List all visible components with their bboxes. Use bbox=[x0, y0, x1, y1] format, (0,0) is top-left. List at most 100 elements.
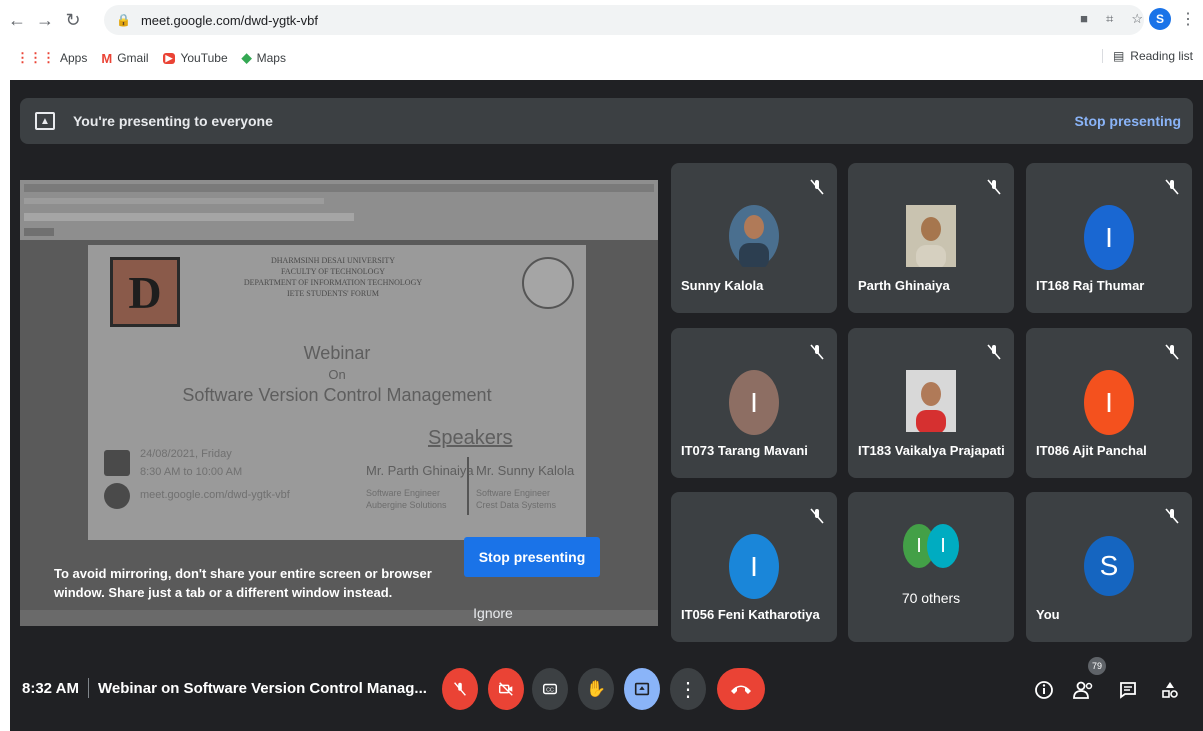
bookmark-maps[interactable]: ◆ Maps bbox=[242, 50, 286, 66]
participant-name: IT086 Ajit Panchal bbox=[1036, 443, 1147, 458]
university-header: DHARMSINH DESAI UNIVERSITY FACULTY OF TE… bbox=[228, 255, 438, 299]
mic-off-icon bbox=[987, 344, 1001, 360]
meeting-title: Webinar on Software Version Control Mana… bbox=[98, 680, 427, 697]
participant-avatar: I bbox=[1084, 370, 1134, 435]
participant-tile[interactable]: Parth Ghinaiya bbox=[848, 163, 1014, 313]
bookmark-label: Maps bbox=[256, 51, 286, 65]
people-count-badge: 79 bbox=[1088, 657, 1106, 675]
univ-line: DEPARTMENT OF INFORMATION TECHNOLOGY bbox=[243, 278, 423, 287]
divider bbox=[88, 678, 89, 698]
ignore-button[interactable]: Ignore bbox=[460, 600, 526, 626]
meeting-clock: 8:32 AM bbox=[22, 680, 79, 697]
stop-presenting-button[interactable]: Stop presenting bbox=[464, 537, 600, 577]
mirroring-warning: To avoid mirroring, don't share your ent… bbox=[54, 566, 432, 600]
mic-off-icon bbox=[810, 179, 824, 195]
univ-line: DHARMSINH DESAI UNIVERSITY bbox=[271, 256, 395, 265]
present-screen-icon bbox=[634, 682, 650, 696]
univ-line: FACULTY OF TECHNOLOGY bbox=[280, 267, 385, 276]
speaker1-details: Software Engineer Aubergine Solutions bbox=[366, 487, 447, 511]
back-icon[interactable]: ← bbox=[6, 9, 28, 31]
raise-hand-button[interactable]: ✋ bbox=[578, 668, 614, 710]
address-bar[interactable]: 🔒 meet.google.com/dwd-ygtk-vbf bbox=[104, 5, 1144, 35]
participant-name: IT056 Feni Katharotiya bbox=[681, 607, 820, 622]
self-tile[interactable]: S You bbox=[1026, 492, 1192, 642]
bookmark-youtube[interactable]: ▶ YouTube bbox=[162, 51, 228, 65]
mic-off-icon bbox=[1165, 508, 1179, 524]
presenting-message: You're presenting to everyone bbox=[73, 113, 273, 129]
chat-button[interactable] bbox=[1116, 678, 1140, 702]
youtube-icon: ▶ bbox=[162, 52, 176, 64]
participant-tile[interactable]: Sunny Kalola bbox=[671, 163, 837, 313]
reading-list-icon: ▤ bbox=[1112, 49, 1125, 63]
participant-name: IT073 Tarang Mavani bbox=[681, 443, 808, 458]
apps-grid-icon: ⋮⋮⋮ bbox=[16, 50, 55, 65]
people-button[interactable] bbox=[1072, 678, 1096, 702]
forum-seal bbox=[522, 257, 574, 309]
bottom-bar: 8:32 AM Webinar on Software Version Cont… bbox=[10, 650, 1203, 731]
browser-menu-icon[interactable]: ⋮ bbox=[1180, 9, 1196, 29]
document-toolbar bbox=[20, 180, 658, 240]
webinar-heading: Webinar bbox=[303, 343, 371, 363]
topic-text: Software Version Control Management bbox=[182, 385, 492, 405]
participant-name: IT183 Vaikalya Prajapati bbox=[858, 443, 1005, 458]
captions-button[interactable]: CC bbox=[532, 668, 568, 710]
mic-off-icon bbox=[454, 682, 466, 696]
on-text: On bbox=[328, 367, 346, 382]
bookmark-gmail[interactable]: M Gmail bbox=[101, 51, 148, 66]
meet-window: ▲ You're presenting to everyone Stop pre… bbox=[10, 80, 1203, 731]
others-tile[interactable]: I I 70 others bbox=[848, 492, 1014, 642]
stop-presenting-link[interactable]: Stop presenting bbox=[1074, 113, 1181, 129]
participant-name: IT168 Raj Thumar bbox=[1036, 278, 1145, 293]
bookmarks-bar: ⋮⋮⋮ Apps M Gmail ▶ YouTube ◆ Maps bbox=[0, 40, 1203, 76]
speaker2-org: Crest Data Systems bbox=[476, 500, 557, 510]
camera-toggle-button[interactable] bbox=[488, 668, 524, 710]
mic-off-icon bbox=[1165, 179, 1179, 195]
univ-line: IETE STUDENTS' FORUM bbox=[286, 289, 380, 298]
present-now-button[interactable] bbox=[624, 668, 660, 710]
leave-call-button[interactable] bbox=[717, 668, 765, 710]
participant-photo bbox=[906, 205, 956, 267]
time-text: 8:30 AM to 10:00 AM bbox=[140, 466, 243, 478]
meet-link-icon bbox=[104, 483, 130, 509]
people-icon bbox=[1073, 681, 1093, 699]
speaker2-name: Mr. Sunny Kalola bbox=[476, 463, 575, 478]
participant-tile[interactable]: IT183 Vaikalya Prajapati bbox=[848, 328, 1014, 478]
link-text: meet.google.com/dwd-ygtk-vbf bbox=[140, 489, 290, 501]
reload-icon[interactable]: ↻ bbox=[62, 9, 84, 31]
participant-name: Sunny Kalola bbox=[681, 278, 764, 293]
mic-toggle-button[interactable] bbox=[442, 668, 478, 710]
speaker1-role: Software Engineer bbox=[366, 488, 441, 498]
forward-icon[interactable]: → bbox=[34, 9, 56, 31]
more-options-button[interactable]: ⋮ bbox=[670, 668, 706, 710]
participant-avatar: I bbox=[1084, 205, 1134, 270]
meeting-details-button[interactable] bbox=[1032, 678, 1056, 702]
participant-tile[interactable]: I IT086 Ajit Panchal bbox=[1026, 328, 1192, 478]
qr-icon[interactable]: ⌗ bbox=[1106, 11, 1113, 27]
star-icon[interactable]: ☆ bbox=[1131, 11, 1143, 27]
browser-toolbar: ← → ↻ 🔒 meet.google.com/dwd-ygtk-vbf ■ ⌗… bbox=[0, 0, 1203, 40]
bookmark-apps[interactable]: ⋮⋮⋮ Apps bbox=[16, 50, 87, 66]
speaker-divider bbox=[467, 457, 469, 515]
date-text: 24/08/2021, Friday bbox=[140, 448, 232, 460]
more-vert-icon: ⋮ bbox=[678, 678, 698, 701]
speaker1-name: Mr. Parth Ghinaiya bbox=[366, 463, 474, 478]
participant-photo bbox=[729, 205, 779, 267]
participant-avatar: I bbox=[927, 524, 959, 568]
participant-tile[interactable]: I IT056 Feni Katharotiya bbox=[671, 492, 837, 642]
university-logo: D bbox=[110, 257, 180, 327]
camera-icon[interactable]: ■ bbox=[1080, 11, 1088, 27]
mic-off-icon bbox=[810, 344, 824, 360]
participant-tile[interactable]: I IT168 Raj Thumar bbox=[1026, 163, 1192, 313]
reading-list[interactable]: ▤ Reading list bbox=[1101, 49, 1193, 63]
activities-button[interactable] bbox=[1158, 678, 1182, 702]
participant-name: You bbox=[1036, 607, 1060, 622]
mic-off-icon bbox=[810, 508, 824, 524]
captions-icon: CC bbox=[542, 683, 558, 695]
participant-photo bbox=[906, 370, 956, 432]
gmail-icon: M bbox=[101, 50, 113, 66]
document-page: D DHARMSINH DESAI UNIVERSITY FACULTY OF … bbox=[88, 245, 586, 540]
profile-avatar[interactable]: S bbox=[1149, 8, 1171, 30]
participant-tile[interactable]: I IT073 Tarang Mavani bbox=[671, 328, 837, 478]
participant-name: Parth Ghinaiya bbox=[858, 278, 950, 293]
maps-icon: ◆ bbox=[241, 50, 252, 65]
